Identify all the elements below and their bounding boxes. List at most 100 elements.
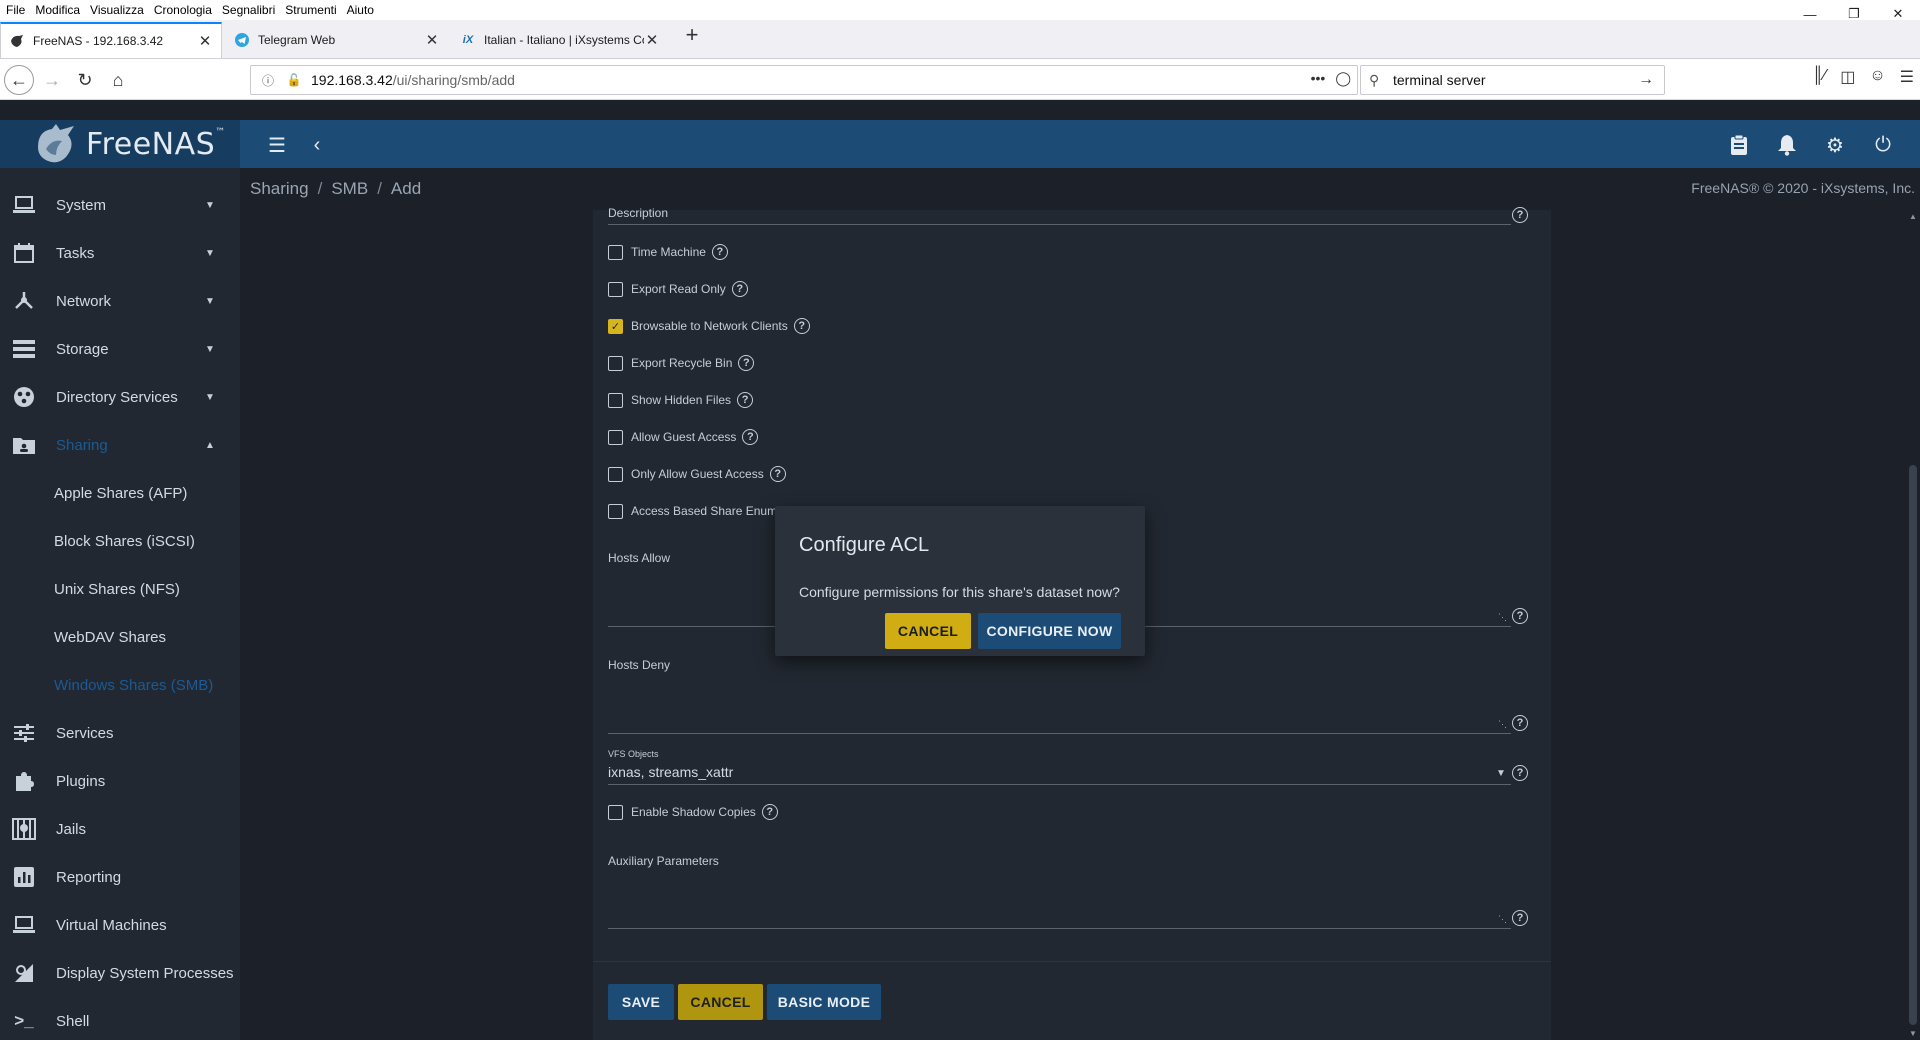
menu-file[interactable]: File (0, 3, 30, 17)
back-icon[interactable]: ← (4, 65, 34, 95)
close-tab-icon[interactable]: ✕ (644, 31, 660, 49)
menu-modifica[interactable]: Modifica (30, 3, 85, 17)
vfs-objects-select[interactable] (608, 784, 1511, 785)
checkbox-time-machine[interactable]: Time Machine ? (608, 242, 728, 262)
tab-ixsystems[interactable]: iX Italian - Italiano | iXsystems Co ✕ (452, 22, 668, 58)
sidebar-item-shell[interactable]: >_ Shell (0, 997, 240, 1040)
search-go-icon[interactable]: → (1638, 71, 1664, 89)
sidebar-item-network[interactable]: Network ▼ (0, 277, 240, 325)
breadcrumb-sharing[interactable]: Sharing (250, 179, 309, 199)
menu-cronologia[interactable]: Cronologia (149, 3, 217, 17)
scroll-down-icon[interactable]: ▼ (1909, 1029, 1917, 1038)
resize-handle-icon[interactable]: ⋱ (1498, 914, 1507, 925)
sidebar-item-tasks[interactable]: Tasks ▼ (0, 229, 240, 277)
help-icon[interactable]: ? (1512, 910, 1528, 926)
checkbox-box[interactable] (608, 804, 623, 820)
checkbox-box[interactable] (608, 503, 623, 519)
sidebar-subitem-nfs[interactable]: Unix Shares (NFS) (0, 565, 240, 613)
resize-handle-icon[interactable]: ⋱ (1498, 612, 1507, 623)
sidebar-item-reporting[interactable]: Reporting (0, 853, 240, 901)
help-icon[interactable]: ? (1512, 207, 1528, 223)
checkbox-box[interactable] (608, 466, 623, 482)
cancel-button[interactable]: CANCEL (678, 984, 763, 1020)
new-tab-icon[interactable]: + (680, 24, 704, 48)
help-icon[interactable]: ? (742, 429, 759, 445)
checkbox-box[interactable] (608, 392, 623, 408)
info-icon[interactable]: ⓘ (259, 71, 277, 89)
checkbox-show-hidden-files[interactable]: Show Hidden Files ? (608, 390, 754, 410)
vfs-objects-value[interactable]: ixnas, streams_xattr (608, 764, 733, 780)
sidebar-item-display-system-processes[interactable]: Display System Processes (0, 949, 240, 997)
sidebar-subitem-iscsi[interactable]: Block Shares (iSCSI) (0, 517, 240, 565)
sidebar-toggle-icon[interactable]: ◫ (1840, 67, 1855, 87)
checkbox-browsable[interactable]: ✓ Browsable to Network Clients ? (608, 316, 810, 336)
search-bar[interactable]: ⚲ terminal server → (1360, 65, 1665, 95)
checkbox-box[interactable] (608, 244, 623, 260)
help-icon[interactable]: ? (769, 466, 786, 482)
checkbox-enable-shadow-copies[interactable]: Enable Shadow Copies ? (608, 802, 778, 822)
checkbox-box-checked[interactable]: ✓ (608, 318, 623, 334)
sidebar-item-jails[interactable]: Jails (0, 805, 240, 853)
tab-freenas[interactable]: FreeNAS - 192.168.3.42 ✕ (0, 22, 222, 58)
sidebar-item-services[interactable]: Services (0, 709, 240, 757)
checkbox-allow-guest-access[interactable]: Allow Guest Access ? (608, 427, 759, 447)
sidebar-item-sharing[interactable]: Sharing ▲ (0, 421, 240, 469)
description-input[interactable] (608, 224, 1511, 225)
dialog-cancel-button[interactable]: CANCEL (885, 613, 971, 649)
dropdown-arrow-icon[interactable]: ▼ (1496, 768, 1506, 779)
notifications-bell-icon[interactable] (1774, 132, 1800, 158)
menu-segnalibri[interactable]: Segnalibri (217, 3, 280, 17)
checkbox-access-based-share-enum[interactable]: Access Based Share Enum (608, 501, 783, 521)
resize-handle-icon[interactable]: ⋱ (1498, 719, 1507, 730)
checkbox-box[interactable] (608, 355, 623, 371)
clipboard-icon[interactable] (1726, 132, 1752, 158)
hosts-deny-textarea[interactable] (608, 733, 1511, 734)
page-scrollbar[interactable]: ▲ ▼ (1906, 210, 1920, 1040)
help-icon[interactable]: ? (737, 392, 754, 408)
scroll-thumb[interactable] (1909, 465, 1917, 1025)
configure-now-button[interactable]: CONFIGURE NOW (978, 613, 1121, 649)
help-icon[interactable]: ? (1512, 715, 1528, 731)
basic-mode-button[interactable]: BASIC MODE (767, 984, 881, 1020)
checkbox-export-read-only[interactable]: Export Read Only ? (608, 279, 748, 299)
sidebar-item-directory-services[interactable]: Directory Services ▼ (0, 373, 240, 421)
sidebar-subitem-afp[interactable]: Apple Shares (AFP) (0, 469, 240, 517)
collapse-chevron-icon[interactable]: ‹ (304, 132, 330, 158)
help-icon[interactable]: ? (731, 281, 748, 297)
menu-toggle-icon[interactable]: ☰ (264, 132, 290, 158)
sidebar-item-storage[interactable]: Storage ▼ (0, 325, 240, 373)
help-icon[interactable]: ? (761, 804, 778, 820)
account-icon[interactable]: ☺ (1869, 67, 1885, 87)
help-icon[interactable]: ? (711, 244, 728, 260)
help-icon[interactable]: ? (738, 355, 755, 371)
page-actions-icon[interactable]: ••• (1311, 70, 1326, 87)
menu-aiuto[interactable]: Aiuto (342, 3, 379, 17)
reload-icon[interactable]: ↻ (71, 66, 99, 94)
sidebar-item-plugins[interactable]: Plugins (0, 757, 240, 805)
hamburger-menu-icon[interactable]: ☰ (1900, 67, 1914, 87)
forward-icon[interactable]: → (38, 66, 66, 94)
auxiliary-parameters-textarea[interactable] (608, 928, 1511, 929)
power-icon[interactable]: ⏻ (1870, 132, 1896, 158)
menu-strumenti[interactable]: Strumenti (280, 3, 341, 17)
pocket-icon[interactable]: ◯ (1335, 70, 1351, 87)
menu-visualizza[interactable]: Visualizza (85, 3, 149, 17)
checkbox-export-recycle-bin[interactable]: Export Recycle Bin ? (608, 353, 755, 373)
library-icon[interactable]: ║⁄ (1812, 67, 1826, 87)
tab-telegram[interactable]: Telegram Web ✕ (226, 22, 448, 58)
url-bar[interactable]: ⓘ 🔓 192.168.3.42/ui/sharing/smb/add ••• … (250, 65, 1358, 95)
save-button[interactable]: SAVE (608, 984, 674, 1020)
help-icon[interactable]: ? (1512, 608, 1528, 624)
close-tab-icon[interactable]: ✕ (197, 32, 213, 50)
checkbox-only-allow-guest-access[interactable]: Only Allow Guest Access ? (608, 464, 786, 484)
checkbox-box[interactable] (608, 281, 623, 297)
help-icon[interactable]: ? (1512, 765, 1528, 781)
help-icon[interactable]: ? (793, 318, 810, 334)
sidebar-subitem-webdav[interactable]: WebDAV Shares (0, 613, 240, 661)
sidebar-item-virtual-machines[interactable]: Virtual Machines (0, 901, 240, 949)
checkbox-box[interactable] (608, 429, 623, 445)
search-input[interactable]: terminal server (1393, 72, 1638, 88)
home-icon[interactable]: ⌂ (104, 66, 132, 94)
sidebar-subitem-smb[interactable]: Windows Shares (SMB) (0, 661, 240, 709)
sidebar-item-system[interactable]: System ▼ (0, 181, 240, 229)
